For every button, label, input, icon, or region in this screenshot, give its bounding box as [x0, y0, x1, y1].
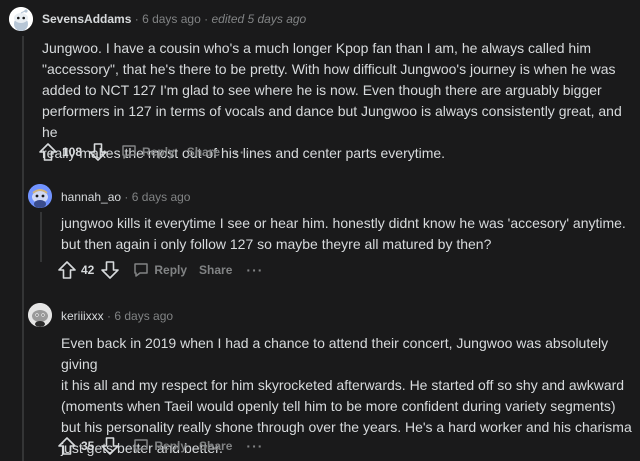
- upvote-icon[interactable]: [38, 142, 58, 162]
- thread-line[interactable]: [40, 212, 42, 262]
- separator: ·: [124, 190, 129, 204]
- avatar[interactable]: [28, 184, 52, 208]
- comment-meta: SevensAddams · 6 days ago · edited 5 day…: [42, 11, 306, 27]
- vote-score: 42: [81, 263, 95, 277]
- more-options-icon[interactable]: ···: [246, 438, 263, 454]
- comment-meta: keriiixxx · 6 days ago: [61, 308, 173, 324]
- downvote-icon[interactable]: [88, 142, 108, 162]
- comment-actions: 108 Reply Share ···: [38, 140, 251, 164]
- reply-button[interactable]: Reply: [132, 261, 187, 279]
- timestamp[interactable]: 6 days ago: [132, 190, 191, 204]
- snoo-avatar-icon: [28, 184, 52, 208]
- share-button[interactable]: Share: [187, 145, 220, 159]
- author-name[interactable]: SevensAddams: [42, 12, 131, 26]
- share-button[interactable]: Share: [199, 439, 232, 453]
- separator: ·: [134, 12, 139, 26]
- separator: ·: [204, 12, 209, 26]
- reply-button[interactable]: Reply: [120, 143, 175, 161]
- snoo-avatar-icon: [9, 7, 33, 31]
- more-options-icon[interactable]: ···: [234, 144, 251, 160]
- timestamp[interactable]: 6 days ago: [142, 12, 201, 26]
- snoo-avatar-icon: [28, 303, 52, 327]
- author-name[interactable]: hannah_ao: [61, 190, 121, 204]
- comment-actions: 42 Reply Share ···: [57, 258, 263, 282]
- comment-bubble-icon: [134, 263, 149, 277]
- edited-label: edited 5 days ago: [211, 12, 307, 26]
- reply-label: Reply: [154, 439, 188, 453]
- avatar[interactable]: [28, 303, 52, 327]
- comment-bubble-icon: [122, 145, 136, 159]
- comment-meta: hannah_ao · 6 days ago: [61, 189, 190, 205]
- share-button[interactable]: Share: [199, 263, 232, 277]
- vote-score: 108: [62, 145, 83, 159]
- comment-bubble-icon: [134, 439, 149, 453]
- reply-label: Reply: [142, 145, 175, 159]
- comment-actions: 35 Reply Share ···: [57, 434, 263, 458]
- downvote-icon[interactable]: [100, 260, 120, 280]
- upvote-icon[interactable]: [57, 436, 77, 456]
- more-options-icon[interactable]: ···: [246, 262, 263, 278]
- vote-score: 35: [81, 439, 95, 453]
- timestamp[interactable]: 6 days ago: [114, 309, 173, 323]
- author-name[interactable]: keriiixxx: [61, 309, 104, 323]
- separator: ·: [107, 309, 112, 323]
- upvote-icon[interactable]: [57, 260, 77, 280]
- comment-body: jungwoo kills it everytime I see or hear…: [61, 215, 626, 252]
- thread-line[interactable]: [22, 36, 24, 461]
- avatar[interactable]: [9, 7, 33, 31]
- reply-label: Reply: [154, 263, 188, 277]
- downvote-icon[interactable]: [100, 436, 120, 456]
- reply-button[interactable]: Reply: [132, 437, 187, 455]
